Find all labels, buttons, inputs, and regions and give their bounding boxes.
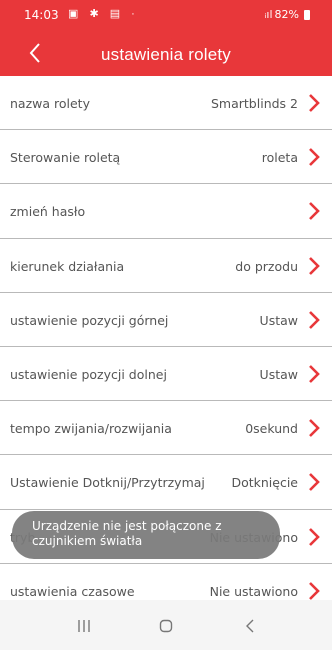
recents-icon — [78, 620, 90, 632]
back-icon — [246, 619, 254, 633]
settings-row-bottom-position[interactable]: ustawienie pozycji dolnej Ustaw — [0, 347, 332, 402]
system-nav-bar — [0, 600, 332, 650]
row-value: 0sekund — [245, 421, 298, 437]
toast-text: Urządzenie nie jest połączone z czujniki… — [32, 519, 222, 548]
signal-icon: ⁠ᵢıl — [264, 8, 273, 21]
battery-icon — [304, 9, 310, 20]
toast-message: Urządzenie nie jest połączone z czujniki… — [12, 511, 280, 559]
row-label: zmień hasło — [10, 204, 86, 220]
settings-row-touch-hold[interactable]: Ustawienie Dotknij/Przytrzymaj Dotknięci… — [0, 455, 332, 510]
row-label: tempo zwijania/rozwijania — [10, 421, 172, 437]
chevron-right-icon — [309, 527, 320, 546]
row-label: nazwa rolety — [10, 96, 90, 111]
chevron-right-icon — [309, 148, 320, 167]
status-right: ⁠ᵢıl 82% — [264, 8, 310, 21]
row-value: Nie ustawiono — [209, 583, 298, 599]
row-value: do przodu — [235, 258, 298, 274]
row-label: kierunek działania — [10, 258, 125, 274]
app-bar: ustawienia rolety — [0, 30, 332, 76]
status-time: 14:03 — [24, 8, 59, 22]
chevron-right-icon — [309, 419, 320, 438]
home-button[interactable] — [146, 615, 186, 637]
chevron-right-icon — [309, 94, 320, 112]
chevron-right-icon — [309, 256, 320, 275]
page-title: ustawienia rolety — [100, 45, 232, 64]
chevron-right-icon — [309, 581, 320, 600]
settings-row-top-position[interactable]: ustawienie pozycji górnej Ustaw — [0, 293, 332, 347]
recents-button[interactable] — [64, 615, 104, 637]
settings-row-change-password[interactable]: zmień hasło — [0, 184, 332, 239]
row-label: Sterowanie roletą — [10, 150, 121, 166]
row-value: Ustaw — [259, 312, 298, 328]
home-icon — [159, 619, 173, 633]
row-value: Dotknięcie — [231, 475, 298, 491]
row-label: Ustawienie Dotknij/Przytrzymaj — [10, 475, 205, 491]
settings-row-control[interactable]: Sterowanie roletą roleta — [0, 130, 332, 185]
battery-percent: 82% — [274, 8, 299, 21]
row-label: ustawienie pozycji dolnej — [10, 366, 167, 382]
chevron-right-icon — [309, 202, 320, 221]
status-bar: 14:03 ▣ ✱ ▤ · ⁠ᵢıl 82% — [0, 0, 332, 30]
row-label: ustawienie pozycji górnej — [10, 312, 169, 328]
settings-row-speed[interactable]: tempo zwijania/rozwijania 0sekund — [0, 401, 332, 456]
chevron-right-icon — [309, 473, 320, 492]
row-label: ustawienia czasowe — [10, 583, 135, 599]
row-value: Ustaw — [259, 366, 298, 382]
system-back-button[interactable] — [230, 615, 270, 637]
chevron-right-icon — [309, 365, 320, 383]
phone-screen: 14:03 ▣ ✱ ▤ · ⁠ᵢıl 82% ustawienia rolety… — [0, 0, 332, 650]
notification-icons: ▣ ✱ ▤ · — [68, 8, 139, 20]
settings-row-blind-name[interactable]: nazwa rolety Smartblinds 2 — [0, 76, 332, 131]
settings-row-direction[interactable]: kierunek działania do przodu — [0, 239, 332, 293]
row-value: Smartblinds 2 — [211, 96, 298, 111]
row-value: roleta — [261, 150, 298, 166]
chevron-right-icon — [309, 310, 320, 329]
